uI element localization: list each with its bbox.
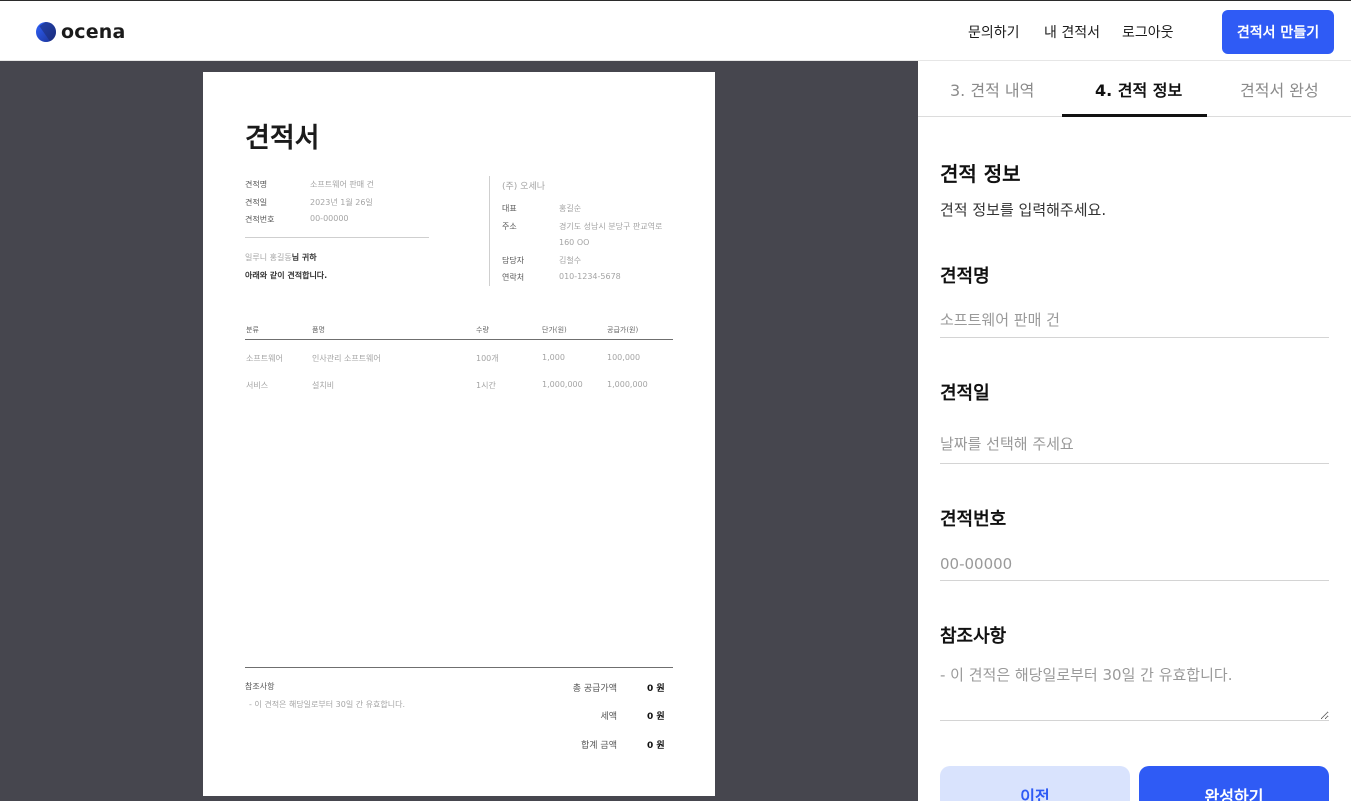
quote-paper: 견적서 견적명 소프트웨어 판매 건 견적일 2023년 1월 26일 견적번호…	[203, 72, 715, 796]
supplier-value: 김철수	[559, 256, 582, 265]
table-cell: 100개	[476, 354, 499, 363]
section-title: 견적 정보	[940, 162, 1021, 186]
table-header: 수량	[476, 326, 489, 334]
quote-number-input[interactable]	[940, 547, 1329, 581]
active-tab-indicator	[1062, 114, 1207, 117]
quote-preview-area: 견적서 견적명 소프트웨어 판매 건 견적일 2023년 1월 26일 견적번호…	[0, 61, 918, 801]
greeting-line-1: 일루니 홍길동님 귀하	[245, 252, 317, 263]
tab-quote-info[interactable]: 4. 견적 정보	[1095, 77, 1182, 101]
table-header-line	[245, 339, 673, 340]
step-tabs: 3. 견적 내역 4. 견적 정보 견적서 완성	[918, 61, 1351, 117]
note-text: - 이 견적은 해당일로부터 30일 간 유효합니다.	[249, 700, 405, 709]
table-header: 분류	[246, 326, 259, 334]
doc-field-label: 견적일	[245, 198, 268, 207]
create-quote-button[interactable]: 견적서 만들기	[1222, 10, 1334, 54]
quote-date-input[interactable]	[940, 425, 1329, 464]
top-header: ocena 문의하기 내 견적서 로그아웃 견적서 만들기	[0, 0, 1351, 61]
table-cell: 소프트웨어	[246, 354, 283, 363]
table-cell: 인사관리 소프트웨어	[312, 354, 381, 363]
table-cell: 1시간	[476, 381, 496, 390]
tax-value: 0 원	[647, 712, 665, 722]
tab-quote-complete[interactable]: 견적서 완성	[1240, 77, 1319, 101]
quote-name-label: 견적명	[940, 266, 990, 287]
footer-line	[245, 667, 673, 668]
prev-button[interactable]: 이전	[940, 766, 1130, 801]
greeting-recipient: 일루니 홍길동	[245, 253, 292, 262]
supplier-label: 연락처	[502, 273, 525, 282]
supplier-value: 경기도 성남시 분당구 판교역로	[559, 222, 663, 231]
table-cell: 서비스	[246, 381, 269, 390]
supplier-label: 담당자	[502, 256, 525, 265]
note-label: 참조사항	[940, 626, 1007, 647]
quote-date-label: 견적일	[940, 383, 990, 404]
doc-field-value: 00-00000	[310, 214, 349, 223]
table-cell: 1,000,000	[607, 380, 648, 389]
tax-label: 세액	[600, 712, 617, 722]
supplier-value: 160 OO	[559, 238, 590, 247]
nav-my-quotes-link[interactable]: 내 견적서	[1044, 22, 1100, 42]
supplier-name: (주) 오세나	[502, 182, 546, 192]
supplier-value: 010-1234-5678	[559, 272, 621, 281]
quote-name-input[interactable]	[940, 303, 1329, 338]
total-supply-value: 0 원	[647, 684, 665, 694]
table-header: 품명	[312, 326, 325, 334]
supplier-divider	[489, 176, 490, 286]
greeting-honorific: 님 귀하	[291, 253, 317, 262]
doc-field-value: 소프트웨어 판매 건	[310, 180, 374, 189]
table-header: 단가(원)	[542, 326, 567, 334]
tab-quote-items[interactable]: 3. 견적 내역	[950, 77, 1034, 101]
quote-form-panel: 3. 견적 내역 4. 견적 정보 견적서 완성 견적 정보 견적 정보를 입력…	[918, 61, 1351, 801]
doc-field-label: 견적번호	[245, 215, 275, 224]
supplier-label: 주소	[502, 222, 517, 231]
total-supply-label: 총 공급가액	[572, 684, 617, 694]
quote-number-label: 견적번호	[940, 509, 1007, 530]
divider	[245, 237, 429, 238]
logo-mark-icon	[36, 22, 56, 42]
supplier-label: 대표	[502, 204, 517, 213]
table-cell: 1,000,000	[542, 380, 583, 389]
doc-field-label: 견적명	[245, 180, 268, 189]
note-label: 참조사항	[245, 682, 275, 691]
doc-title: 견적서	[245, 123, 320, 154]
table-cell: 100,000	[607, 353, 641, 362]
table-cell: 설치비	[312, 381, 335, 390]
logo[interactable]: ocena	[36, 21, 126, 43]
greeting-line-2: 아래와 같이 견적합니다.	[245, 271, 328, 280]
table-header: 공급가(원)	[607, 326, 639, 334]
table-cell: 1,000	[542, 353, 565, 362]
nav-logout-link[interactable]: 로그아웃	[1122, 22, 1174, 42]
note-textarea[interactable]	[940, 665, 1329, 721]
grand-total-label: 합계 금액	[581, 741, 617, 751]
section-description: 견적 정보를 입력해주세요.	[940, 201, 1107, 219]
grand-total-value: 0 원	[647, 741, 665, 751]
complete-button[interactable]: 완성하기	[1139, 766, 1329, 801]
doc-field-value: 2023년 1월 26일	[310, 198, 373, 207]
logo-text: ocena	[61, 21, 126, 43]
nav-inquiry-link[interactable]: 문의하기	[968, 22, 1020, 42]
supplier-value: 홍길순	[559, 204, 582, 213]
